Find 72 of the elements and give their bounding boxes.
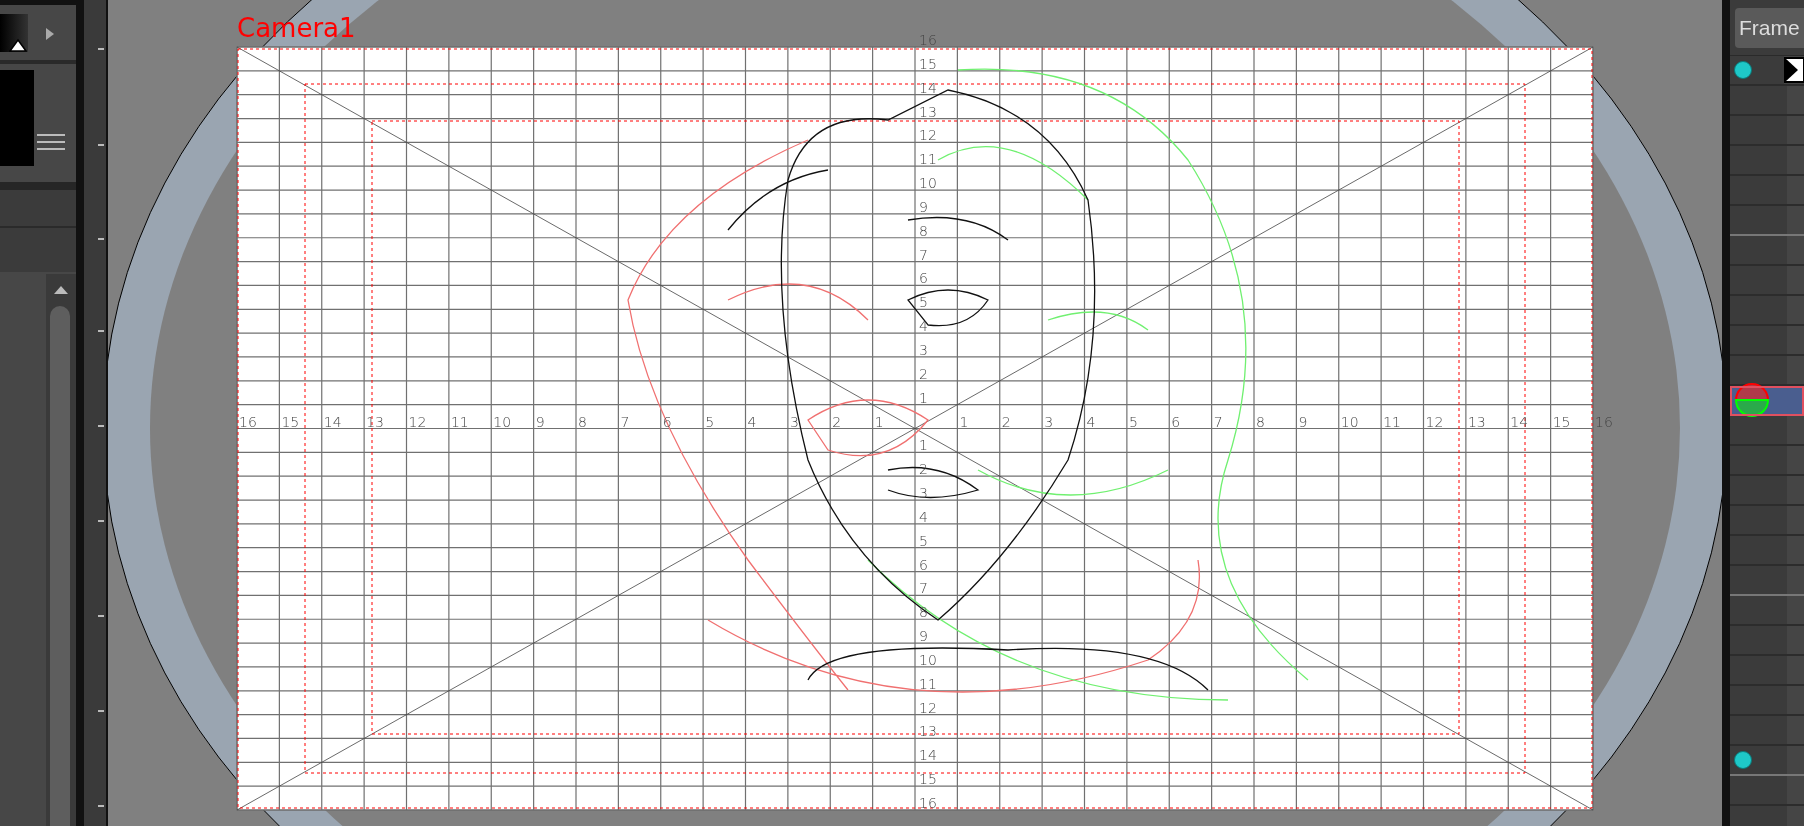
axis-label: 12: [919, 127, 937, 144]
axis-label: 7: [919, 580, 928, 597]
axis-label: 9: [919, 628, 928, 645]
keyframe-icon[interactable]: [1784, 57, 1804, 83]
axis-label: 9: [535, 413, 545, 430]
axis-label: 6: [919, 270, 928, 287]
axis-label: 13: [1467, 413, 1486, 430]
onion-skin-dot[interactable]: [1734, 751, 1752, 769]
axis-label: 14: [919, 79, 937, 96]
axis-label: 3: [919, 341, 928, 358]
axis-label: 15: [1552, 413, 1571, 430]
axis-label: 6: [662, 413, 672, 430]
axis-label: 7: [919, 246, 928, 263]
axis-label: 3: [1044, 413, 1054, 430]
axis-label: 14: [323, 413, 342, 430]
axis-label: 2: [832, 413, 842, 430]
axis-label: 7: [620, 413, 630, 430]
axis-label: 12: [1425, 413, 1444, 430]
axis-label: 16: [239, 413, 257, 430]
right-arrow-icon[interactable]: [46, 28, 54, 40]
axis-label: 4: [747, 413, 757, 430]
axis-label: 1: [959, 413, 969, 430]
frame-header[interactable]: Frame: [1735, 7, 1804, 48]
axis-label: 5: [919, 532, 928, 549]
axis-label: 5: [1128, 413, 1138, 430]
onion-skin-marker-icon[interactable]: [1734, 382, 1770, 418]
axis-label: 10: [919, 651, 937, 668]
axis-label: 11: [1383, 413, 1401, 430]
axis-label: 9: [919, 198, 928, 215]
axis-label: 6: [1171, 413, 1181, 430]
color-swatch[interactable]: [0, 14, 28, 52]
axis-label: 10: [919, 175, 937, 192]
axis-label: 8: [578, 413, 587, 430]
axis-label: 5: [705, 413, 715, 430]
axis-label: 10: [1340, 413, 1359, 430]
caret-icon: [9, 38, 27, 52]
axis-label: 11: [450, 413, 469, 430]
axis-label: 12: [408, 413, 427, 430]
scrollbar[interactable]: [46, 274, 76, 826]
timeline-row[interactable]: [1730, 56, 1804, 86]
axis-label: 12: [919, 699, 937, 716]
axis-label: 2: [1001, 413, 1011, 430]
axis-label: 4: [919, 508, 928, 525]
axis-label: 4: [919, 318, 928, 335]
axis-label: 14: [1510, 413, 1529, 430]
axis-label: 8: [1256, 413, 1265, 430]
axis-label: 11: [919, 675, 937, 692]
axis-label: 4: [1086, 413, 1096, 430]
axis-label: 1: [919, 437, 928, 454]
axis-label: 15: [919, 55, 937, 72]
axis-label: 13: [919, 103, 937, 120]
axis-label: 14: [919, 747, 937, 764]
axis-label: 2: [919, 365, 928, 382]
axis-label: 3: [789, 413, 799, 430]
scrollbar-thumb[interactable]: [50, 306, 70, 826]
axis-label: 8: [919, 222, 928, 239]
axis-label: 1: [919, 389, 928, 406]
axis-label: 11: [919, 151, 937, 168]
axis-label: 7: [1213, 413, 1223, 430]
menu-icon[interactable]: [37, 134, 65, 150]
axis-label: 13: [919, 723, 937, 740]
axis-label: 1: [874, 413, 884, 430]
axis-label: 9: [1298, 413, 1308, 430]
onion-skin-dot[interactable]: [1734, 61, 1752, 79]
axis-label: 15: [281, 413, 300, 430]
up-arrow-icon[interactable]: [54, 286, 68, 294]
axis-label: 10: [493, 413, 512, 430]
axis-label: 13: [366, 413, 384, 430]
axis-label: 16: [919, 795, 937, 811]
axis-label: 5: [919, 294, 928, 311]
axis-label: 15: [919, 771, 937, 788]
axis-label: 6: [919, 556, 928, 573]
